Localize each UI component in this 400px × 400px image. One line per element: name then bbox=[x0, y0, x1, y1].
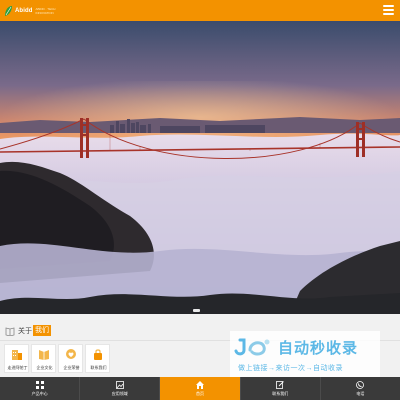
quick-link-label: 企业文化 bbox=[36, 365, 53, 370]
watermark-slogan: 做上链接→来访一次→自动收录 bbox=[238, 365, 343, 372]
nav-label: 应用领域 bbox=[111, 391, 128, 396]
about-highlight[interactable]: 我们 bbox=[33, 325, 51, 336]
watermark-title: 自动秒收录 bbox=[278, 340, 359, 357]
logo-text: Abidd bbox=[15, 7, 33, 14]
hero-banner[interactable] bbox=[0, 21, 400, 314]
nav-label: 首页 bbox=[196, 391, 204, 396]
top-header: Abidd ABIDD · TECH INNOVATION bbox=[0, 0, 400, 21]
quick-link-label: 企业荣誉 bbox=[63, 365, 80, 370]
nav-label: 产品中心 bbox=[31, 391, 48, 396]
lock-contact-icon bbox=[94, 349, 102, 360]
logo-tagline: ABIDD · TECH INNOVATION bbox=[36, 7, 56, 15]
about-label: 关于 bbox=[18, 327, 32, 335]
building-icon bbox=[12, 350, 22, 360]
quick-link-about[interactable]: 走进阿帕丁 bbox=[4, 344, 29, 373]
nav-products[interactable]: 产品中心 bbox=[0, 377, 81, 400]
hero-image bbox=[0, 21, 400, 314]
edit-icon bbox=[276, 381, 285, 389]
book-open-icon bbox=[39, 350, 49, 360]
home-icon bbox=[196, 381, 204, 389]
hamburger-menu-icon[interactable] bbox=[383, 5, 394, 16]
quick-link-contact[interactable]: 联系我们 bbox=[85, 344, 110, 373]
logo-leaf-icon bbox=[5, 5, 12, 16]
nav-applications[interactable]: 应用领域 bbox=[80, 377, 161, 400]
quick-link-label: 走进阿帕丁 bbox=[7, 365, 28, 370]
nav-contact[interactable]: 联系我们 bbox=[241, 377, 321, 400]
about-heading: 关于 我们 bbox=[5, 325, 51, 336]
nav-label: 电话 bbox=[356, 391, 365, 396]
quick-link-honors[interactable]: 企业荣誉 bbox=[58, 344, 83, 373]
phone-icon bbox=[356, 381, 365, 389]
book-icon bbox=[5, 326, 15, 336]
bottom-navigation: 产品中心 应用领域 首页 联系我们 电话 bbox=[0, 377, 400, 400]
quick-link-culture[interactable]: 企业文化 bbox=[31, 344, 56, 373]
about-section: 关于 我们 走进阿帕丁 企业文化 企业荣誉 联系我们 自动秒收录 做上链接→来访… bbox=[0, 314, 400, 377]
grid-icon bbox=[35, 381, 44, 389]
quick-link-label: 联系我们 bbox=[90, 365, 107, 370]
heart-badge-icon bbox=[66, 349, 76, 359]
nav-label: 联系我们 bbox=[272, 391, 289, 396]
slide-indicator-dot[interactable] bbox=[193, 309, 200, 312]
nav-home[interactable]: 首页 bbox=[160, 377, 241, 400]
nav-phone[interactable]: 电话 bbox=[321, 377, 400, 400]
watermark-logo-icon bbox=[234, 338, 270, 356]
logo-tagline-line2: INNOVATION bbox=[35, 10, 54, 15]
site-logo[interactable]: Abidd ABIDD · TECH INNOVATION bbox=[4, 3, 55, 18]
image-icon bbox=[115, 381, 124, 389]
watermark-overlay: 自动秒收录 做上链接→来访一次→自动收录 bbox=[230, 331, 380, 377]
